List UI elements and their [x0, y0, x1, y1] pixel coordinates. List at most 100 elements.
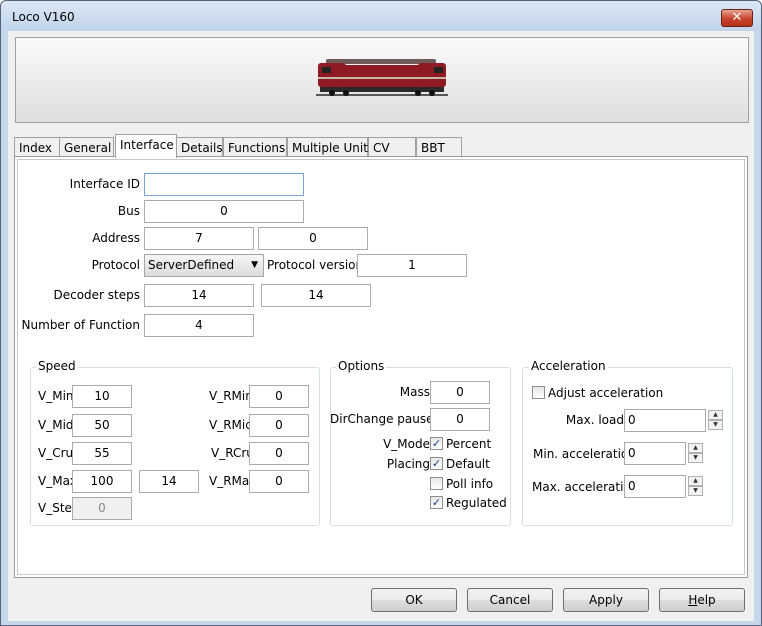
- spin-down-icon[interactable]: ▼: [688, 453, 703, 463]
- spin-up-icon[interactable]: ▲: [688, 476, 703, 486]
- max-load-spinner[interactable]: ▲ ▼: [708, 410, 723, 431]
- loco-hood: [344, 65, 420, 87]
- number-of-function-label: Number of Function: [21, 318, 140, 332]
- spin-down-icon[interactable]: ▼: [708, 420, 723, 430]
- loco-stripe: [318, 77, 446, 79]
- apply-button[interactable]: Apply: [563, 588, 649, 612]
- loco-window-right: [434, 67, 443, 73]
- interface-tab-panel: Interface ID Bus 0 Address 7 0 Protocol …: [14, 156, 748, 578]
- tab-interface[interactable]: Interface: [115, 134, 177, 158]
- min-acceleration-input[interactable]: 0: [624, 442, 686, 465]
- loco-wheel: [429, 90, 435, 96]
- decoder-steps-second-input[interactable]: 14: [261, 284, 371, 307]
- chevron-down-icon: ▼: [251, 260, 258, 270]
- dialog-window: Loco V160 ✕ Index General Interface Deta…: [0, 0, 762, 626]
- v-cru-label: V_Cru: [38, 446, 74, 460]
- address-port-input[interactable]: 0: [258, 227, 368, 250]
- v-rmin-input[interactable]: 0: [249, 385, 309, 408]
- placing-default-label: Default: [446, 457, 490, 471]
- v-mode-percent-label: Percent: [446, 437, 492, 451]
- loco-wheel: [343, 90, 349, 96]
- bus-input[interactable]: 0: [144, 200, 304, 223]
- max-load-label: Max. load: [565, 413, 624, 427]
- v-rmax-input[interactable]: 0: [249, 470, 309, 493]
- v-mid-label: V_Mid: [38, 418, 74, 432]
- tab-cv[interactable]: CV: [368, 137, 416, 157]
- v-max-step-input[interactable]: 14: [139, 470, 199, 493]
- loco-cab-left: [318, 63, 346, 87]
- help-accelerator-letter: H: [688, 593, 698, 607]
- protocol-label: Protocol: [91, 258, 140, 272]
- decoder-steps-input[interactable]: 14: [144, 284, 254, 307]
- interface-tab-content: Interface ID Bus 0 Address 7 0 Protocol …: [17, 159, 745, 575]
- address-input[interactable]: 7: [144, 227, 254, 250]
- tab-bbt[interactable]: BBT: [416, 137, 462, 157]
- dirchange-pause-input[interactable]: 0: [430, 408, 490, 431]
- tab-general[interactable]: General: [59, 137, 114, 157]
- tab-multiple-unit[interactable]: Multiple Unit: [287, 137, 368, 157]
- v-mode-label: V_Mode: [383, 437, 430, 451]
- address-label: Address: [92, 231, 140, 245]
- locomotive-image: [316, 59, 448, 96]
- adjust-acceleration-label: Adjust acceleration: [548, 386, 664, 400]
- loco-wheel: [329, 90, 335, 96]
- loco-image-panel: [15, 37, 749, 123]
- v-rmin-label: V_RMin: [209, 389, 253, 403]
- protocol-version-input[interactable]: 1: [357, 254, 467, 277]
- v-max-input[interactable]: 100: [72, 470, 132, 493]
- protocol-select[interactable]: ServerDefined ▼: [144, 254, 264, 277]
- speed-group-title: Speed: [36, 359, 78, 373]
- window-title: Loco V160: [12, 10, 75, 24]
- spin-up-icon[interactable]: ▲: [688, 443, 703, 453]
- v-mode-percent-checkbox[interactable]: ✓: [430, 437, 443, 450]
- spin-down-icon[interactable]: ▼: [688, 486, 703, 496]
- number-of-function-input[interactable]: 4: [144, 314, 254, 337]
- v-rmid-label: V_RMid: [209, 418, 253, 432]
- close-button[interactable]: ✕: [721, 9, 753, 27]
- v-step-input: 0: [72, 497, 132, 520]
- v-rmid-input[interactable]: 0: [249, 414, 309, 437]
- dialog-client-area: Index General Interface Details Function…: [8, 31, 754, 621]
- tab-functions[interactable]: Functions: [223, 137, 287, 157]
- title-bar[interactable]: Loco V160 ✕: [1, 1, 761, 31]
- loco-track: [316, 94, 448, 96]
- tab-index[interactable]: Index: [14, 137, 60, 157]
- ok-button[interactable]: OK: [371, 588, 457, 612]
- max-acceleration-label: Max. acceleration: [532, 480, 639, 494]
- placing-default-checkbox[interactable]: ✓: [430, 457, 443, 470]
- tab-details[interactable]: Details: [176, 137, 223, 157]
- v-cru-input[interactable]: 55: [72, 442, 132, 465]
- loco-window-left: [322, 67, 331, 73]
- mass-label: Mass: [399, 385, 430, 399]
- mass-input[interactable]: 0: [430, 381, 490, 404]
- poll-info-checkbox[interactable]: [430, 477, 443, 490]
- regulated-checkbox[interactable]: ✓: [430, 496, 443, 509]
- placing-label: Placing: [386, 457, 430, 471]
- interface-id-input[interactable]: [144, 173, 304, 196]
- max-load-input[interactable]: 0: [624, 409, 706, 432]
- dirchange-pause-label: DirChange pause: [330, 412, 434, 426]
- interface-id-label: Interface ID: [69, 177, 140, 191]
- help-button-label: elp: [697, 593, 716, 607]
- loco-cab-right: [418, 63, 446, 87]
- v-rcru-label: V_RCru: [211, 446, 254, 460]
- decoder-steps-label: Decoder steps: [53, 288, 140, 302]
- acceleration-group-title: Acceleration: [529, 359, 608, 373]
- max-acceleration-spinner[interactable]: ▲ ▼: [688, 476, 703, 497]
- regulated-label: Regulated: [446, 496, 507, 510]
- max-acceleration-input[interactable]: 0: [624, 475, 686, 498]
- loco-frame: [320, 87, 444, 92]
- cancel-button[interactable]: Cancel: [467, 588, 553, 612]
- help-button[interactable]: Help: [659, 588, 745, 612]
- loco-wheel: [415, 90, 421, 96]
- options-group-title: Options: [336, 359, 387, 373]
- v-mid-input[interactable]: 50: [72, 414, 132, 437]
- protocol-version-label: Protocol version: [267, 258, 364, 272]
- protocol-select-value: ServerDefined: [148, 258, 235, 272]
- v-rcru-input[interactable]: 0: [249, 442, 309, 465]
- min-acceleration-spinner[interactable]: ▲ ▼: [688, 443, 703, 464]
- v-min-input[interactable]: 10: [72, 385, 132, 408]
- adjust-acceleration-checkbox[interactable]: [532, 386, 545, 399]
- min-acceleration-label: Min. acceleration: [533, 447, 636, 461]
- spin-up-icon[interactable]: ▲: [708, 410, 723, 420]
